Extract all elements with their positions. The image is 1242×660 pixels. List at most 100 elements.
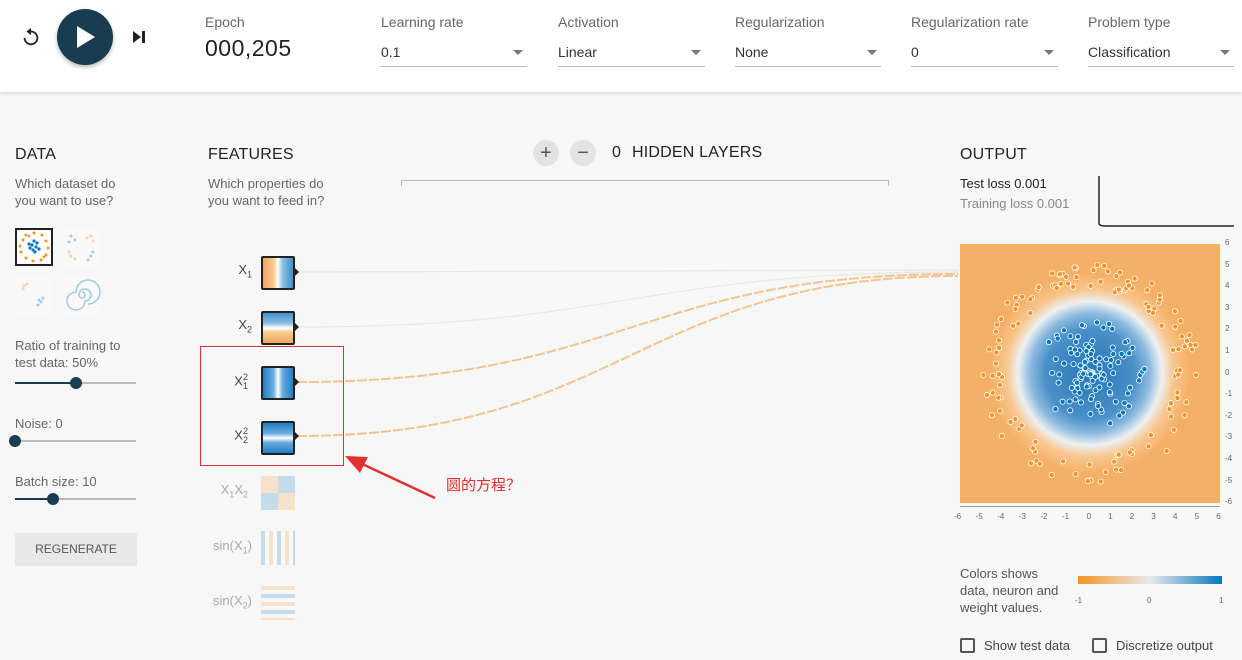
x-tick-label: 3 [1151,512,1156,521]
feature-sin-x1[interactable] [261,531,295,565]
discretize-output-checkbox[interactable] [1092,638,1107,653]
data-point [1181,343,1188,350]
data-point [1071,264,1078,271]
data-point [1174,389,1181,396]
data-point [998,433,1005,440]
color-legend-bar [1078,576,1222,584]
data-point [997,407,1004,414]
data-point [1177,317,1184,324]
x-tick-label: 5 [1194,512,1200,521]
y-tick-label: 6 [1225,238,1230,247]
data-point [1065,280,1072,287]
data-point [1107,420,1114,427]
data-point [1168,400,1175,407]
output-x-axis-line [960,506,1220,507]
training-loss: Training loss 0.001 [960,196,1070,211]
data-point [1081,358,1088,365]
data-point [989,389,996,396]
data-point [1107,362,1114,369]
data-point [1049,369,1056,376]
data-point [1087,371,1094,378]
data-point [1057,280,1064,287]
feature-x1[interactable] [261,256,295,290]
data-point [1109,325,1116,332]
data-point [1015,320,1022,327]
data-point [1029,445,1036,452]
legend-mid: 0 [1147,596,1152,605]
data-point [1083,383,1090,390]
data-point [1055,379,1062,386]
hidden-layers-bracket [401,180,889,186]
data-point [1116,412,1123,419]
y-tick-label: -5 [1225,475,1233,485]
data-point [1097,478,1104,485]
data-point [1018,422,1025,429]
data-point [1112,398,1119,405]
data-point [1078,399,1085,406]
data-point [1131,275,1138,282]
discretize-output-label: Discretize output [1116,638,1213,653]
feature-sin-x2[interactable] [261,586,295,620]
data-point [1115,451,1122,458]
y-tick-label: 3 [1225,302,1230,312]
data-point [1129,344,1136,351]
data-point [1118,467,1125,474]
test-loss: Test loss 0.001 [960,176,1047,191]
x-tick-label: -1 [1062,512,1070,521]
data-point [1106,389,1113,396]
data-point [1168,413,1175,420]
data-point [1111,458,1118,465]
data-point [1127,384,1134,391]
data-point [1060,327,1067,334]
data-point [1070,360,1077,367]
data-point [1104,268,1111,275]
data-point [1105,320,1112,327]
y-tick-label: -1 [1225,389,1233,399]
data-point [1056,371,1063,378]
x-tick-label: 0 [1086,512,1092,521]
data-point [1076,389,1083,396]
feature-x2[interactable] [261,311,295,345]
data-point [1059,398,1066,405]
data-point [1174,394,1181,401]
annotation-arrow-icon [345,456,436,500]
data-point [1147,432,1154,439]
data-point [993,321,1000,328]
data-point [1060,458,1067,465]
data-point [1094,261,1101,268]
data-point [1052,356,1059,363]
data-point [1084,478,1091,485]
show-test-data-checkbox[interactable] [960,638,975,653]
data-point [1063,273,1070,280]
y-tick-label: 1 [1225,346,1230,355]
feature-x1x2[interactable] [261,476,295,510]
data-point [1073,338,1080,345]
add-layer-button[interactable]: + [533,140,559,166]
x-tick-label: -3 [1018,512,1026,521]
output-scatter [980,261,1199,485]
data-point [995,394,1002,401]
data-point [1012,416,1019,423]
data-point [992,360,999,367]
data-point [1106,381,1113,388]
data-point [988,412,995,419]
data-point [1115,359,1122,366]
data-point [1073,274,1080,281]
data-point [1122,339,1129,346]
remove-layer-button[interactable]: − [570,140,596,166]
data-point [1171,308,1178,315]
data-point [1036,460,1043,467]
data-point [1087,411,1094,418]
feature-label-x2: X2 [238,317,252,335]
data-point [1067,407,1074,414]
data-point [1035,284,1042,291]
y-tick-label: 2 [1225,324,1230,334]
x-tick-label: 4 [1173,512,1178,521]
data-point [1178,333,1185,340]
data-point [1072,396,1079,403]
feature-label-sin-x1: sin(X1) [213,538,252,556]
y-tick-label: -2 [1225,410,1233,420]
data-point [986,346,993,353]
data-point [1096,355,1103,362]
data-point [1090,267,1097,274]
